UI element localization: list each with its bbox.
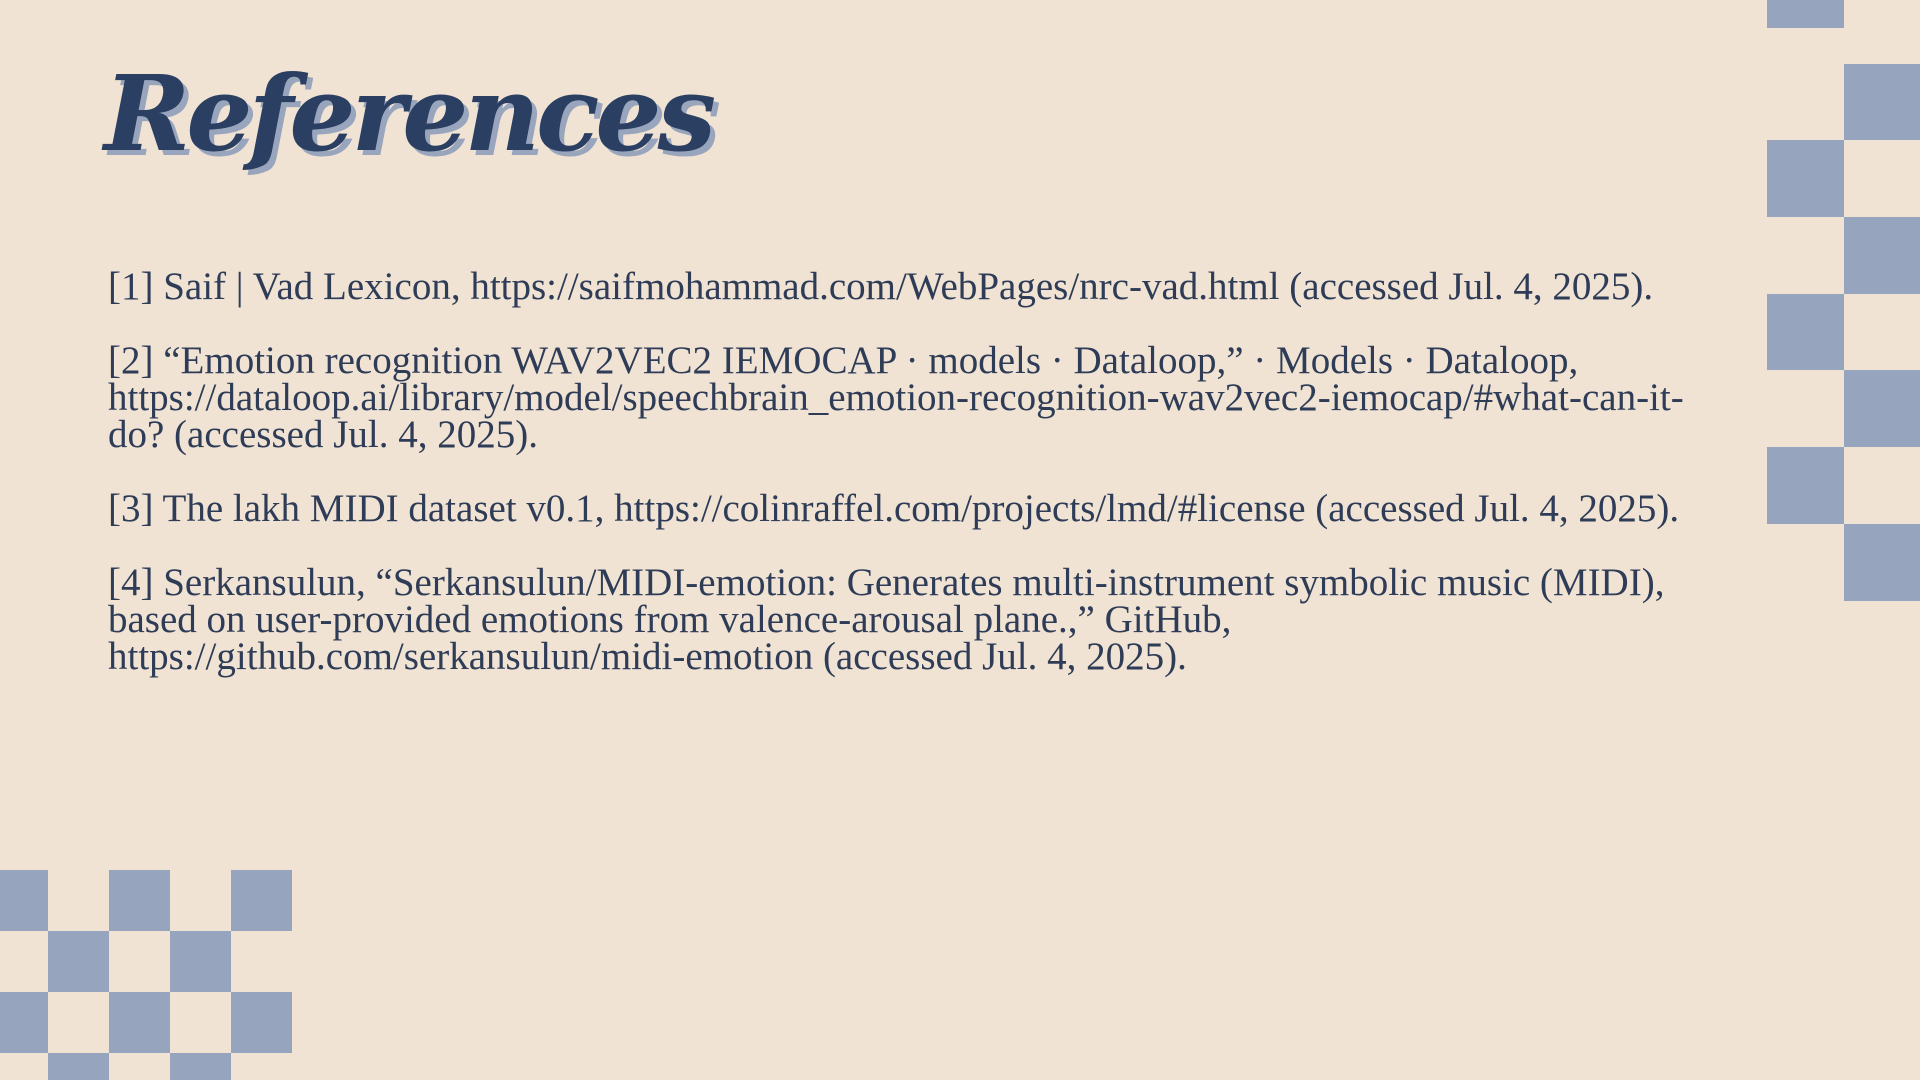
checker-square <box>0 992 48 1053</box>
checker-pattern-top-right <box>1767 0 1920 601</box>
checker-square <box>48 931 109 992</box>
checker-square <box>109 870 170 931</box>
checker-square <box>231 992 292 1053</box>
checker-square <box>109 992 170 1053</box>
reference-item-3: [3] The lakh MIDI dataset v0.1, https://… <box>108 487 1680 530</box>
checker-square <box>170 1053 231 1080</box>
reference-item-4: [4] Serkansulun, “Serkansulun/MIDI-emoti… <box>108 561 1665 678</box>
slide-title: References <box>104 52 716 175</box>
checker-square <box>0 870 48 931</box>
checker-pattern-bottom-left <box>0 870 292 1080</box>
checker-square <box>1844 524 1920 601</box>
checker-square <box>1767 447 1844 524</box>
checker-square <box>1844 64 1920 140</box>
checker-square <box>1767 0 1844 28</box>
checker-square <box>1844 217 1920 294</box>
checker-square <box>48 1053 109 1080</box>
checker-square <box>1844 370 1920 447</box>
checker-square <box>170 931 231 992</box>
references-slide: References [1] Saif | Vad Lexicon, https… <box>0 0 1920 1080</box>
checker-square <box>1767 140 1844 217</box>
checker-square <box>231 870 292 931</box>
reference-item-1: [1] Saif | Vad Lexicon, https://saifmoha… <box>108 265 1654 308</box>
checker-square <box>1767 294 1844 370</box>
reference-item-2: [2] “Emotion recognition WAV2VEC2 IEMOCA… <box>108 339 1684 456</box>
reference-list: [1] Saif | Vad Lexicon, https://saifmoha… <box>108 265 1708 678</box>
